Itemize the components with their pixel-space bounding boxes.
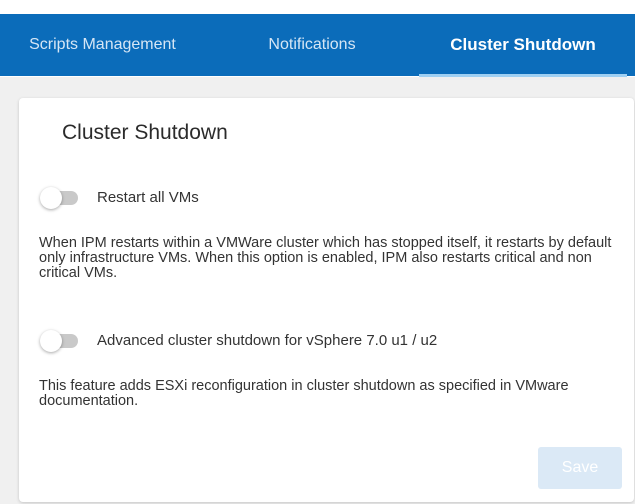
restart-all-vms-label: Restart all VMs xyxy=(97,189,199,206)
advanced-shutdown-description: This feature adds ESXi reconfiguration i… xyxy=(39,378,569,409)
restart-all-vms-description: When IPM restarts within a VMWare cluste… xyxy=(39,235,612,281)
tab-cluster-shutdown[interactable]: Cluster Shutdown xyxy=(419,14,627,76)
restart-all-vms-toggle[interactable] xyxy=(40,187,80,209)
save-button[interactable]: Save xyxy=(538,447,622,489)
tab-label: Notifications xyxy=(268,36,356,53)
active-tab-indicator xyxy=(419,74,627,77)
tab-bar: Scripts Management Notifications Cluster… xyxy=(0,14,635,77)
tab-scripts-management[interactable]: Scripts Management xyxy=(0,14,205,76)
tab-notifications[interactable]: Notifications xyxy=(222,14,402,76)
toggle-knob xyxy=(40,330,62,352)
card-title: Cluster Shutdown xyxy=(62,121,228,144)
toggle-knob xyxy=(40,187,62,209)
advanced-shutdown-toggle[interactable] xyxy=(40,330,80,352)
advanced-shutdown-label: Advanced cluster shutdown for vSphere 7.… xyxy=(97,332,438,349)
tab-label: Scripts Management xyxy=(29,36,176,53)
tab-label: Cluster Shutdown xyxy=(450,35,596,54)
cluster-shutdown-card: Cluster Shutdown Restart all VMs When IP… xyxy=(19,98,634,502)
